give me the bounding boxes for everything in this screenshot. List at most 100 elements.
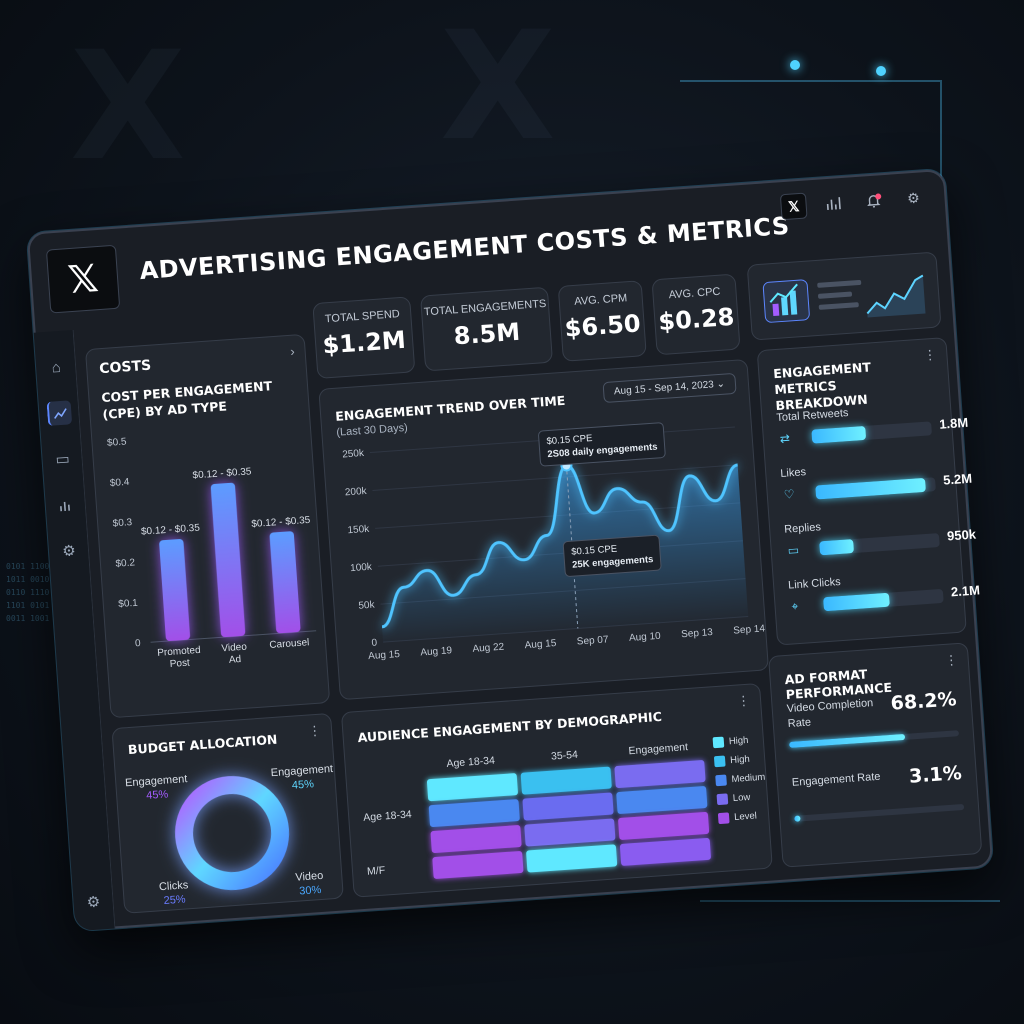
metric-bar <box>811 421 933 444</box>
heatmap-cell[interactable] <box>426 773 519 802</box>
bar-data-label: $0.12 - $0.35 <box>141 523 201 538</box>
metric-bar <box>823 588 944 612</box>
kpi-label: TOTAL SPEND <box>324 308 401 326</box>
heatmap-cell[interactable] <box>432 850 524 880</box>
more-options-icon[interactable]: ⋮ <box>923 347 937 364</box>
y-tick-label: 250k <box>342 448 365 461</box>
metric-row: Likes ♡ 5.2M <box>780 454 980 502</box>
legend-label: Level <box>733 810 758 823</box>
bar-chart-icon[interactable] <box>53 492 79 518</box>
heatmap-cell[interactable] <box>616 785 708 815</box>
format-metric-name: Video Completion Rate <box>786 697 874 731</box>
background-x-logo: X <box>440 0 556 174</box>
budget-donut-chart: Engagement45%Engagement45%Video30%Clicks… <box>125 763 334 907</box>
heatmap-cell[interactable] <box>614 759 706 789</box>
bell-icon[interactable] <box>860 187 888 215</box>
home-icon[interactable]: ⌂ <box>43 354 69 380</box>
card-subtitle: (Last 30 Days) <box>335 421 409 439</box>
bar <box>210 482 246 638</box>
x-tick-label: Carousel <box>269 637 310 651</box>
x-tick-label: Post <box>169 658 190 670</box>
glow-dot <box>790 60 800 70</box>
column-header: Age 18-34 <box>446 754 496 770</box>
metric-row: Replies ▭ 950k <box>784 510 984 557</box>
gear-icon[interactable]: ⚙ <box>900 184 928 212</box>
more-options-icon[interactable]: ⋮ <box>308 723 322 740</box>
segment-value: 30% <box>299 884 322 898</box>
heatmap-cell[interactable] <box>522 792 614 821</box>
x-tick-label: Sep 13 <box>681 627 714 640</box>
chevron-right-icon[interactable]: › <box>290 344 295 359</box>
heatmap-cell[interactable] <box>520 766 612 795</box>
x-tick-label: Promoted <box>157 645 201 659</box>
format-metric-bar-fill <box>789 733 906 748</box>
y-tick-label: $0.1 <box>118 598 139 610</box>
heatmap-legend: High High Medium Low Level <box>712 734 769 832</box>
segment-value: 45% <box>146 788 169 802</box>
chart-tooltip: $0.15 CPE 25K engagements <box>562 534 663 578</box>
donut-ring <box>175 776 290 891</box>
x-tick-label: Ad <box>229 654 242 666</box>
format-metric-value: 3.1% <box>908 762 963 788</box>
y-tick-label: 100k <box>350 562 373 575</box>
legend-item: High <box>712 734 763 749</box>
date-range-select[interactable]: Aug 15 - Sep 14, 2023 ⌄ <box>602 372 737 404</box>
x-tick-label: Sep 07 <box>576 634 609 647</box>
kpi-total-engagements: TOTAL ENGAGEMENTS 8.5M <box>420 286 554 372</box>
dashboard-window: 𝕏 ADVERTISING ENGAGEMENT COSTS & METRICS… <box>26 168 994 932</box>
bar <box>269 531 301 634</box>
format-metric-value: 68.2% <box>889 688 958 715</box>
segment-value: 45% <box>291 778 314 792</box>
chart-icon[interactable] <box>46 400 73 426</box>
kpi-total-spend: TOTAL SPEND $1.2M <box>312 296 416 380</box>
heatmap-cell[interactable] <box>619 837 712 867</box>
legend-label: Medium <box>731 771 766 786</box>
heatmap-cell[interactable] <box>428 799 520 828</box>
x-tick-label: Aug 22 <box>472 642 505 655</box>
kpi-value: $1.2M <box>321 325 407 360</box>
segment-label: Engagement <box>125 773 188 789</box>
y-tick-label: 0 <box>135 638 142 649</box>
column-header: Engagement <box>628 741 689 758</box>
legend-label: High <box>729 753 751 767</box>
settings-icon[interactable]: ⚙ <box>81 889 107 915</box>
segment-label: Video <box>295 870 324 884</box>
x-tick-label: Sep 14 <box>733 623 766 636</box>
card-title: COSTS <box>98 357 152 378</box>
calendar-icon[interactable]: ▭ <box>50 446 76 472</box>
card-title: ENGAGEMENT TREND OVER TIME <box>334 392 566 424</box>
heatmap-cell[interactable] <box>617 811 710 841</box>
background-x-logo: X <box>70 20 186 194</box>
mini-trend-icon <box>762 274 926 323</box>
heatmap-cell[interactable] <box>524 818 616 847</box>
kpi-value: 8.5M <box>452 317 521 351</box>
row-label: M/F <box>366 864 386 878</box>
gear-icon[interactable]: ⚙ <box>56 538 82 564</box>
kpi-label: AVG. CPM <box>573 292 628 308</box>
heatmap-cell[interactable] <box>526 844 618 873</box>
metric-bar-fill <box>815 477 927 500</box>
notification-dot <box>874 192 881 200</box>
x-tick-label: Aug 10 <box>629 631 662 644</box>
chevron-down-icon: ⌄ <box>716 378 726 391</box>
metric-bar-fill <box>811 425 867 444</box>
metric-icon: ♡ <box>783 487 796 502</box>
y-tick-label: 150k <box>347 524 370 537</box>
legend-swatch <box>712 736 725 749</box>
format-metric-bar-fill <box>794 815 801 822</box>
x-logo[interactable]: 𝕏 <box>45 244 121 314</box>
y-tick-label: 0 <box>371 637 378 648</box>
segment-label: Engagement <box>270 763 333 779</box>
metric-value: 1.8M <box>938 414 969 432</box>
metric-icon: ⇄ <box>779 431 791 446</box>
demographic-card: ⋮ AUDIENCE ENGAGEMENT BY DEMOGRAPHIC Age… <box>340 682 773 898</box>
x-tick-label: Aug 15 <box>524 638 557 651</box>
circuit-line <box>680 80 940 82</box>
analytics-icon[interactable] <box>820 190 848 218</box>
x-logo-icon[interactable]: 𝕏 <box>779 192 808 221</box>
heatmap-cell[interactable] <box>430 824 522 854</box>
mini-trend-card <box>746 251 942 341</box>
y-tick-label: 50k <box>358 600 376 612</box>
format-metric-name: Engagement Rate <box>791 770 881 789</box>
metrics-breakdown-card: ⋮ ENGAGEMENT METRICS BREAKDOWN Total Ret… <box>756 337 980 646</box>
